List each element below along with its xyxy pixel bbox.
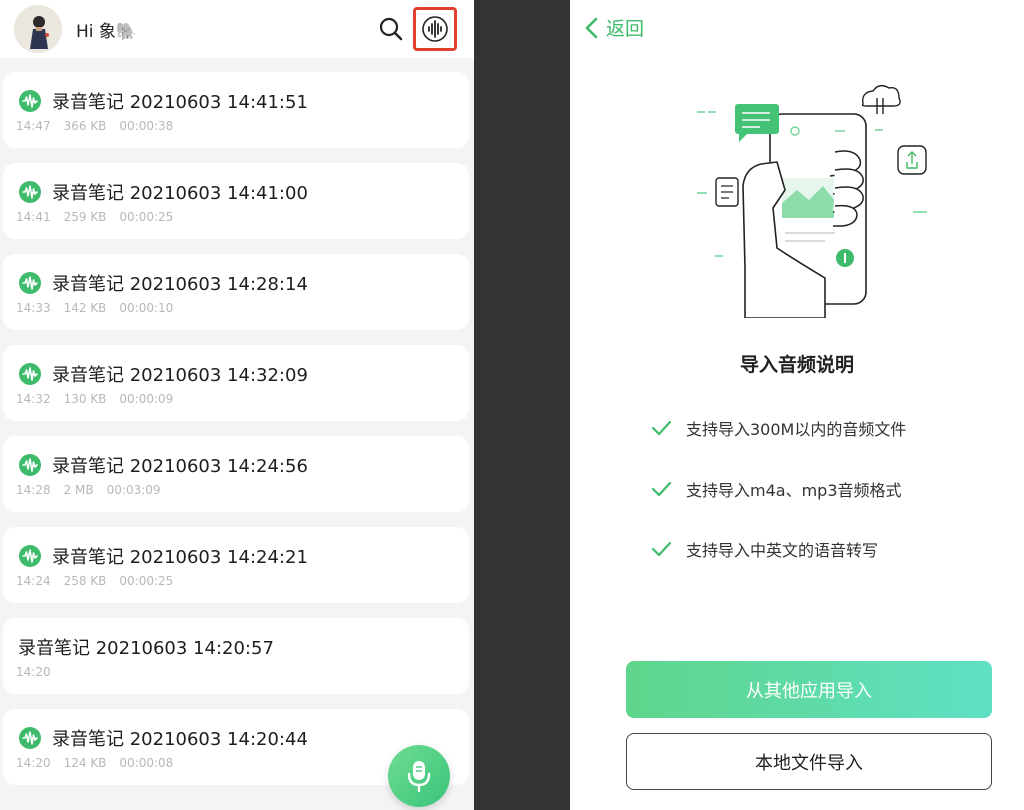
recording-card[interactable]: 录音笔记 20210603 14:41:51 14:47 366 KB 00:00:…	[3, 72, 469, 148]
audio-import-icon	[422, 16, 448, 42]
recording-title-row: 录音笔记 20210603 14:32:09	[18, 361, 308, 387]
recording-title: 录音笔记 20210603 14:20:44	[52, 729, 308, 750]
recording-size: 130 KB	[63, 392, 107, 406]
checkmark-icon	[651, 481, 672, 497]
split-divider	[474, 0, 570, 810]
back-button[interactable]: 返回	[584, 14, 644, 41]
audio-wave-icon	[19, 90, 41, 112]
recording-meta: 14:33 142 KB 00:00:10	[16, 301, 186, 315]
recording-title-row: 录音笔记 20210603 14:20:57	[18, 634, 274, 660]
recording-size: 366 KB	[63, 119, 107, 133]
recording-title: 录音笔记 20210603 14:32:09	[52, 365, 308, 386]
recording-card[interactable]: 录音笔记 20210603 14:20:57 14:20	[3, 618, 469, 694]
recording-title-row: 录音笔记 20210603 14:20:44	[18, 725, 308, 751]
search-button[interactable]	[378, 16, 404, 42]
recording-title-row: 录音笔记 20210603 14:24:21	[18, 543, 308, 569]
recording-duration: 00:00:25	[119, 210, 174, 224]
import-title: 导入音频说明	[739, 354, 854, 376]
feature-item: 支持导入中英文的语音转写	[650, 537, 878, 561]
checkmark-icon	[651, 420, 672, 436]
recording-title: 录音笔记 20210603 14:28:14	[52, 274, 308, 295]
feature-item: 支持导入m4a、mp3音频格式	[650, 477, 902, 501]
recording-title-row: 录音笔记 20210603 14:41:00	[18, 179, 308, 205]
import-illustration	[697, 84, 927, 318]
greeting-text: Hi 象🐘	[76, 22, 138, 42]
feature-text: 支持导入300M以内的音频文件	[686, 420, 907, 439]
recording-time: 14:28	[16, 483, 51, 497]
recording-size: 259 KB	[63, 210, 107, 224]
checkmark-icon	[651, 541, 672, 557]
recording-card[interactable]: 录音笔记 20210603 14:24:21 14:24 258 KB 00:00:…	[3, 527, 469, 603]
recording-duration: 00:00:08	[119, 756, 174, 770]
recording-meta: 14:47 366 KB 00:00:38	[16, 119, 186, 133]
recording-card[interactable]: 录音笔记 20210603 14:41:00 14:41 259 KB 00:00:…	[3, 163, 469, 239]
recording-duration: 00:00:09	[119, 392, 174, 406]
recording-title: 录音笔记 20210603 14:20:57	[18, 638, 274, 659]
recording-time: 14:24	[16, 574, 51, 588]
avatar[interactable]	[14, 5, 62, 53]
recording-size: 142 KB	[63, 301, 107, 315]
recording-meta: 14:24 258 KB 00:00:25	[16, 574, 186, 588]
audio-wave-icon	[19, 363, 41, 385]
recording-duration: 00:00:25	[119, 574, 174, 588]
recording-title: 录音笔记 20210603 14:41:51	[52, 92, 308, 113]
list-header: Hi 象🐘	[0, 0, 474, 58]
recording-meta: 14:32 130 KB 00:00:09	[16, 392, 186, 406]
avatar-image	[14, 5, 62, 53]
import-local-file-button[interactable]: 本地文件导入	[626, 733, 992, 790]
chevron-left-icon	[585, 17, 598, 38]
recording-title: 录音笔记 20210603 14:24:56	[52, 456, 308, 477]
recordings-panel: Hi 象🐘 录音笔记 20210603 14:41:51 14:47 366 KB…	[0, 0, 474, 810]
recording-time: 14:47	[16, 119, 51, 133]
recording-card[interactable]: 录音笔记 20210603 14:28:14 14:33 142 KB 00:00:…	[3, 254, 469, 330]
back-label: 返回	[606, 18, 645, 40]
feature-text: 支持导入m4a、mp3音频格式	[686, 481, 902, 500]
recording-card[interactable]: 录音笔记 20210603 14:32:09 14:32 130 KB 00:00:…	[3, 345, 469, 421]
recording-meta: 14:41 259 KB 00:00:25	[16, 210, 186, 224]
recording-duration: 00:00:38	[119, 119, 174, 133]
recording-size: 258 KB	[63, 574, 107, 588]
search-icon	[379, 17, 403, 41]
import-panel: 返回 导入音频说明 支持导入300M以内的音频文件 支持导入m4a、mp3音频格…	[570, 0, 1024, 810]
audio-wave-icon	[19, 181, 41, 203]
feature-text: 支持导入中英文的语音转写	[686, 541, 879, 560]
recording-meta: 14:20	[16, 665, 64, 679]
recording-time: 14:32	[16, 392, 51, 406]
recording-duration: 00:00:10	[119, 301, 174, 315]
import-audio-button[interactable]	[413, 7, 457, 51]
microphone-icon	[407, 761, 431, 793]
recording-card[interactable]: 录音笔记 20210603 14:24:56 14:28 2 MB 00:03:09	[3, 436, 469, 512]
feature-item: 支持导入300M以内的音频文件	[650, 416, 906, 440]
recording-time: 14:33	[16, 301, 51, 315]
recording-title: 录音笔记 20210603 14:24:21	[52, 547, 308, 568]
recording-meta: 14:28 2 MB 00:03:09	[16, 483, 174, 497]
recording-meta: 14:20 124 KB 00:00:08	[16, 756, 186, 770]
recording-size: 2 MB	[63, 483, 94, 497]
audio-wave-icon	[19, 545, 41, 567]
recording-title-row: 录音笔记 20210603 14:41:51	[18, 88, 308, 114]
audio-wave-icon	[19, 454, 41, 476]
recording-title: 录音笔记 20210603 14:41:00	[52, 183, 308, 204]
recording-time: 14:20	[16, 665, 51, 679]
audio-wave-icon	[19, 727, 41, 749]
recording-size: 124 KB	[63, 756, 107, 770]
recording-time: 14:41	[16, 210, 51, 224]
recording-title-row: 录音笔记 20210603 14:28:14	[18, 270, 308, 296]
import-from-app-button[interactable]: 从其他应用导入	[626, 661, 992, 718]
recording-duration: 00:03:09	[106, 483, 161, 497]
audio-wave-icon	[19, 272, 41, 294]
recording-time: 14:20	[16, 756, 51, 770]
record-button[interactable]	[388, 745, 450, 807]
recording-title-row: 录音笔记 20210603 14:24:56	[18, 452, 308, 478]
